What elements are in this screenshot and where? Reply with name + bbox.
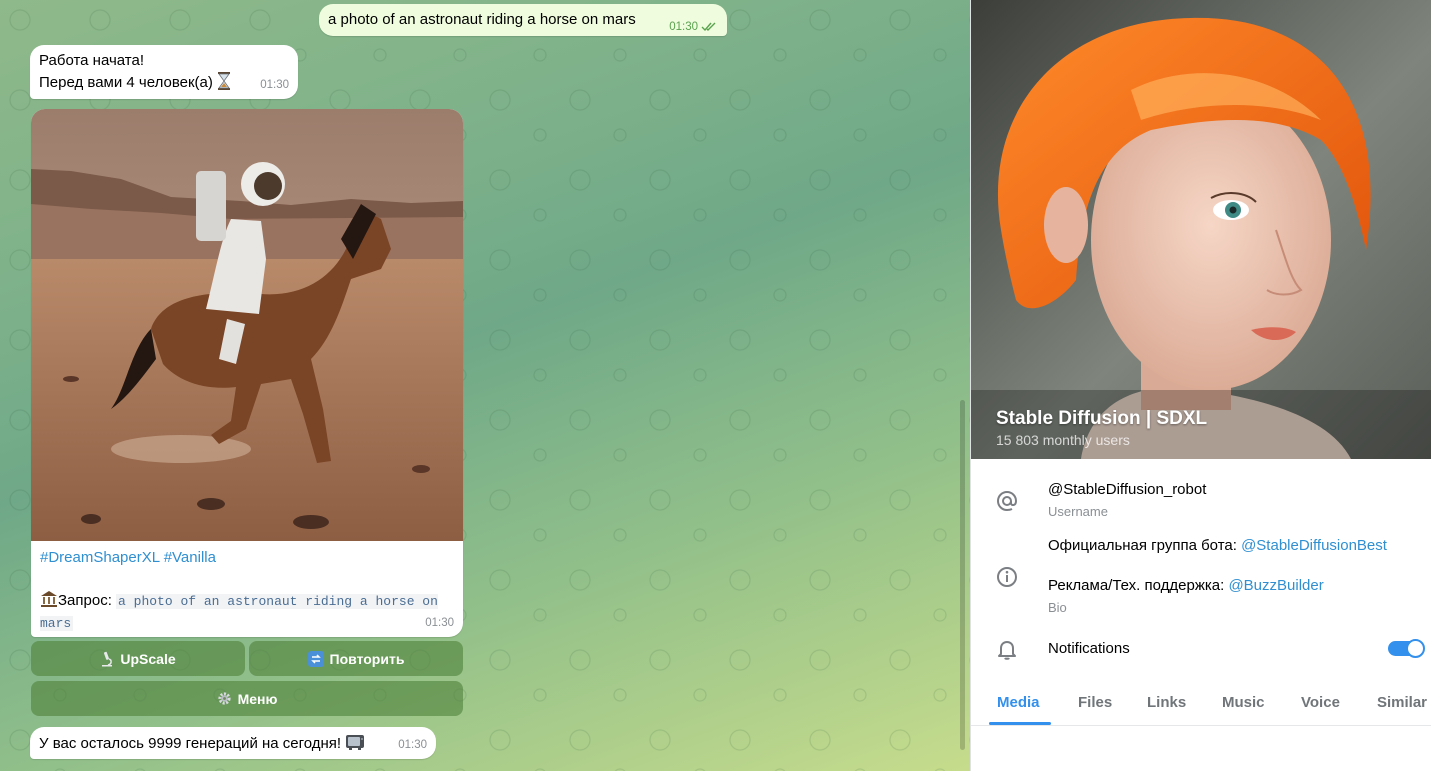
prompt-label: Запрос:	[58, 592, 117, 609]
outgoing-message[interactable]: a photo of an astronaut riding a horse o…	[319, 4, 727, 36]
notifications-toggle[interactable]	[1388, 639, 1425, 658]
hourglass-icon	[218, 72, 231, 90]
message-line-queue: Перед вами 4 человек(а)	[39, 72, 231, 93]
info-icon	[993, 563, 1021, 591]
generated-image[interactable]	[31, 109, 463, 541]
profile-username[interactable]: @StableDiffusion_robot	[1048, 481, 1206, 498]
museum-icon	[41, 591, 57, 607]
upscale-button-label: UpScale	[120, 650, 176, 667]
gear-icon	[217, 692, 231, 705]
queue-text: Перед вами 4 человек(а)	[39, 74, 213, 91]
menu-button[interactable]: Меню	[31, 681, 463, 716]
chat-area: a photo of an astronaut riding a horse o…	[0, 0, 970, 771]
tab-links[interactable]: Links	[1147, 694, 1186, 711]
upscale-button[interactable]: UpScale	[31, 641, 245, 676]
message-line: Работа начата!	[39, 52, 144, 69]
repeat-button-label: Повторить	[329, 650, 405, 667]
tab-files[interactable]: Files	[1078, 694, 1112, 711]
hashtag-link[interactable]: #DreamShaperXL	[40, 549, 160, 566]
profile-monthly-users: 15 803 monthly users	[996, 432, 1130, 448]
bio-line2-text: Реклама/Тех. поддержка:	[1048, 577, 1229, 594]
toggle-knob	[1406, 639, 1425, 658]
tab-voice[interactable]: Voice	[1301, 694, 1340, 711]
remaining-text: У вас осталось 9999 генераций на сегодня…	[39, 735, 342, 752]
bio-support-link[interactable]: @BuzzBuilder	[1228, 577, 1323, 594]
outgoing-message-text: a photo of an astronaut riding a horse o…	[328, 11, 636, 28]
tab-similar[interactable]: Similar	[1377, 694, 1427, 711]
message-time: 01:30	[669, 21, 698, 33]
profile-panel: Stable Diffusion | SDXL 15 803 monthly u…	[970, 0, 1431, 771]
repeat-button[interactable]: Повторить	[249, 641, 463, 676]
repeat-icon	[307, 650, 324, 667]
bot-message-remaining[interactable]: У вас осталось 9999 генераций на сегодня…	[30, 727, 436, 759]
remaining-line: У вас осталось 9999 генераций на сегодня…	[39, 733, 365, 754]
astronaut-horse-mars-image	[31, 109, 463, 541]
bio-line-support: Реклама/Тех. поддержка: @BuzzBuilder	[1048, 577, 1324, 594]
bio-line-group: Официальная группа бота: @StableDiffusio…	[1048, 537, 1387, 554]
hashtags: #DreamShaperXL #Vanilla	[40, 548, 216, 568]
profile-name: Stable Diffusion | SDXL	[996, 408, 1208, 429]
bio-line1-text: Официальная группа бота:	[1048, 537, 1242, 554]
message-meta: 01:30	[669, 17, 717, 37]
shared-media-tabs: Media Files Links Music Voice Similar	[971, 684, 1431, 726]
microscope-icon	[102, 651, 113, 666]
active-tab-indicator	[989, 722, 1051, 725]
menu-button-label: Меню	[237, 690, 278, 707]
prompt-line: Запрос: a photo of an astronaut riding a…	[40, 590, 456, 634]
profile-avatar-image	[971, 17, 1431, 459]
notifications-label: Notifications	[1048, 640, 1130, 657]
username-label: Username	[1048, 504, 1108, 519]
bio-group-link[interactable]: @StableDiffusionBest	[1241, 537, 1387, 554]
bot-message-started[interactable]: Работа начата! Перед вами 4 человек(а) 0…	[30, 45, 298, 99]
bot-image-message[interactable]: #DreamShaperXL #Vanilla Запрос: a photo …	[31, 109, 463, 637]
message-time: 01:30	[398, 739, 427, 751]
bio-label: Bio	[1048, 600, 1067, 615]
message-time: 01:30	[425, 617, 454, 629]
double-check-icon	[701, 22, 716, 32]
tv-icon	[346, 735, 365, 750]
tab-media[interactable]: Media	[997, 694, 1040, 711]
chat-scrollbar[interactable]	[960, 400, 965, 750]
at-icon	[993, 487, 1021, 515]
message-time: 01:30	[260, 79, 289, 91]
bell-icon	[993, 635, 1021, 663]
profile-cover-photo[interactable]: Stable Diffusion | SDXL 15 803 monthly u…	[971, 0, 1431, 459]
tab-music[interactable]: Music	[1222, 694, 1265, 711]
hashtag-link[interactable]: #Vanilla	[164, 549, 216, 566]
